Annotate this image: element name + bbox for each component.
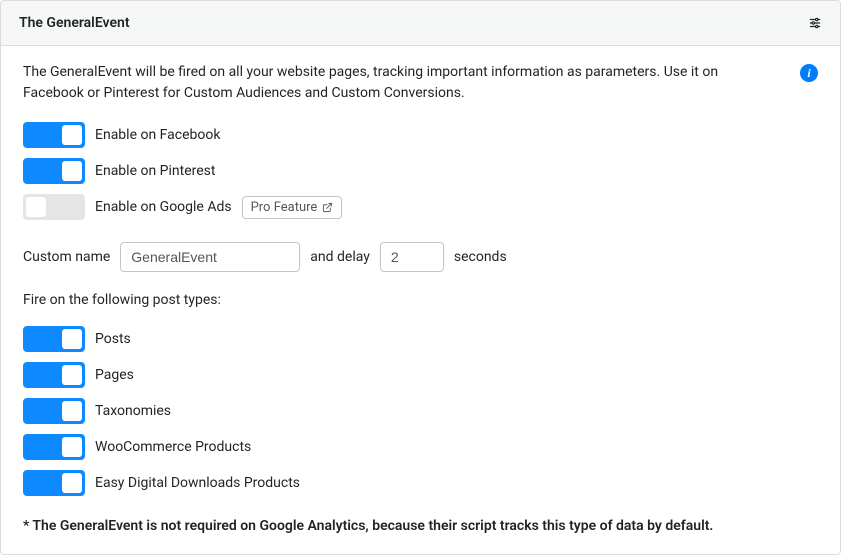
toggle-label: Easy Digital Downloads Products	[95, 475, 300, 491]
info-icon[interactable]: i	[800, 64, 818, 82]
toggle-pages[interactable]	[23, 362, 85, 388]
pro-feature-label: Pro Feature	[251, 200, 318, 215]
toggle-row-pinterest: Enable on Pinterest	[23, 158, 818, 184]
delay-suffix-label: seconds	[454, 249, 507, 265]
footnote-text: * The GeneralEvent is not required on Go…	[23, 518, 818, 534]
pro-feature-badge[interactable]: Pro Feature	[242, 196, 343, 219]
description-text: The GeneralEvent will be fired on all yo…	[23, 62, 763, 104]
toggle-row-posts: Posts	[23, 326, 818, 352]
toggle-enable-facebook[interactable]	[23, 122, 85, 148]
toggle-label: WooCommerce Products	[95, 439, 251, 455]
panel-title: The GeneralEvent	[19, 15, 130, 31]
toggle-row-google-ads: Enable on Google Ads Pro Feature	[23, 194, 818, 220]
delay-input[interactable]	[380, 242, 444, 272]
settings-sliders-icon[interactable]	[808, 16, 822, 30]
custom-name-row: Custom name and delay seconds	[23, 242, 818, 272]
panel-body: The GeneralEvent will be fired on all yo…	[1, 46, 840, 554]
description-row: The GeneralEvent will be fired on all yo…	[23, 62, 818, 104]
toggle-row-facebook: Enable on Facebook	[23, 122, 818, 148]
toggle-label: Taxonomies	[95, 403, 171, 419]
toggle-row-edd: Easy Digital Downloads Products	[23, 470, 818, 496]
toggle-row-woocommerce: WooCommerce Products	[23, 434, 818, 460]
toggle-label: Enable on Google Ads	[95, 199, 232, 215]
toggle-enable-google-ads[interactable]	[23, 194, 85, 220]
custom-name-input[interactable]	[120, 242, 300, 272]
toggle-label: Pages	[95, 367, 134, 383]
toggle-label: Posts	[95, 331, 131, 347]
panel-header: The GeneralEvent	[1, 1, 840, 46]
toggle-posts[interactable]	[23, 326, 85, 352]
toggle-label: Enable on Facebook	[95, 127, 220, 143]
post-types-heading: Fire on the following post types:	[23, 292, 818, 308]
general-event-panel: The GeneralEvent The GeneralEvent will b…	[0, 0, 841, 555]
toggle-woocommerce-products[interactable]	[23, 434, 85, 460]
toggle-row-pages: Pages	[23, 362, 818, 388]
toggle-taxonomies[interactable]	[23, 398, 85, 424]
external-link-icon	[322, 202, 333, 213]
toggle-edd-products[interactable]	[23, 470, 85, 496]
delay-prefix-label: and delay	[310, 249, 370, 265]
toggle-label: Enable on Pinterest	[95, 163, 215, 179]
toggle-row-taxonomies: Taxonomies	[23, 398, 818, 424]
custom-name-label: Custom name	[23, 249, 110, 265]
toggle-enable-pinterest[interactable]	[23, 158, 85, 184]
